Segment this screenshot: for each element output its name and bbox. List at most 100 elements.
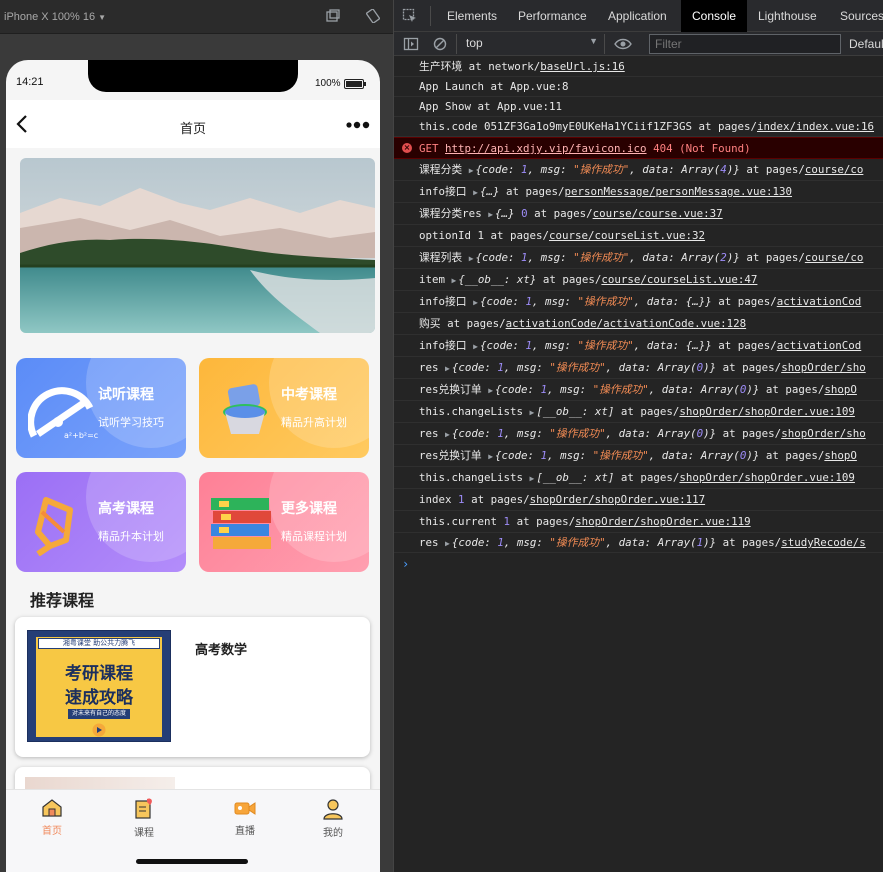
console-log-row[interactable]: res ▶ {code: 1, msg: "操作成功", data: Array(… xyxy=(394,533,883,553)
tab-live[interactable]: 直播 xyxy=(215,798,275,837)
console-log-row[interactable]: optionId 1 at pages/course/courseList.vu… xyxy=(394,225,883,247)
console-log-row[interactable]: res ▶ {code: 1, msg: "操作成功", data: Array(… xyxy=(394,423,883,445)
log-message: optionId 1 at pages/ xyxy=(419,229,550,242)
source-link[interactable]: activationCode/activationCode.vue:128 xyxy=(506,317,747,330)
object-text: [__ob__: xt] xyxy=(536,471,615,484)
category-card-zhongkao[interactable]: 中考课程 精品升高计划 xyxy=(199,358,369,458)
source-link[interactable]: shopOrder/sho xyxy=(781,361,866,374)
tab-elements[interactable]: Elements xyxy=(436,0,508,32)
console-log-row[interactable]: index 1 at pages/shopOrder/shopOrder.vue… xyxy=(394,489,883,511)
expand-triangle-icon[interactable]: ▶ xyxy=(469,166,474,175)
live-expression-eye-icon[interactable] xyxy=(614,37,632,51)
protractor-icon: a²+b²=c² xyxy=(28,387,98,440)
course-card[interactable]: 湘粤课堂 助公共力腾飞 考研课程 速成攻略 对未来有自己的态度 高考数学 xyxy=(15,617,370,757)
inspect-element-icon[interactable] xyxy=(402,8,418,24)
object-text: {code: xyxy=(451,536,498,549)
expand-triangle-icon[interactable]: ▶ xyxy=(488,210,493,219)
source-link[interactable]: studyRecode/s xyxy=(781,536,866,549)
console-log-row[interactable]: this.changeLists ▶ [__ob__: xt] at pages/… xyxy=(394,401,883,423)
console-log-row[interactable]: item ▶ {__ob__: xt} at pages/course/cours… xyxy=(394,269,883,291)
console-log-row[interactable]: info接口 ▶ {code: 1, msg: "操作成功", data: {…}… xyxy=(394,335,883,357)
source-link[interactable]: shopOrder/shopOrder.vue:119 xyxy=(575,515,751,528)
source-link[interactable]: personMessage/personMessage.vue:130 xyxy=(565,185,793,198)
expand-triangle-icon[interactable]: ▶ xyxy=(445,430,450,439)
console-log-row[interactable]: 生产环境 at network/baseUrl.js:16 xyxy=(394,57,883,77)
source-link[interactable]: shopOrder/shopOrder.vue:117 xyxy=(530,493,706,506)
expand-triangle-icon[interactable]: ▶ xyxy=(473,298,478,307)
source-prefix: at pages/ xyxy=(722,427,782,440)
context-selector[interactable]: top ▼ xyxy=(466,36,598,52)
source-link[interactable]: shopOrder/sho xyxy=(781,427,866,440)
tab-console[interactable]: Console xyxy=(681,0,748,32)
console-log-row[interactable]: res兑换订单 ▶ {code: 1, msg: "操作成功", data: Ar… xyxy=(394,379,883,401)
console-log-row[interactable]: 课程列表 ▶ {code: 1, msg: "操作成功", data: Array… xyxy=(394,247,883,269)
category-card-more[interactable]: 更多课程 精品课程计划 xyxy=(199,472,369,572)
tab-sources[interactable]: Sources xyxy=(829,0,883,32)
object-text: {code: xyxy=(451,427,498,440)
request-url[interactable]: http://api.xdjy.vip/favicon.ico xyxy=(445,142,647,155)
source-link[interactable]: shopO xyxy=(824,383,857,396)
source-link[interactable]: course/co xyxy=(805,251,864,264)
source-link[interactable]: shopO xyxy=(824,449,857,462)
device-selector[interactable]: iPhone X 100% 16 ▼ xyxy=(4,11,106,23)
source-link[interactable]: course/courseList.vue:47 xyxy=(601,273,757,286)
tab-lighthouse[interactable]: Lighthouse xyxy=(747,0,828,32)
expand-triangle-icon[interactable]: ▶ xyxy=(530,408,535,417)
banner-image[interactable] xyxy=(20,158,375,333)
source-link[interactable]: baseUrl.js:16 xyxy=(540,60,625,73)
device-toolbar: iPhone X 100% 16 ▼ xyxy=(0,0,393,34)
console-log-row[interactable]: App Launch at App.vue:8 xyxy=(394,77,883,97)
console-log-row[interactable]: 课程分类 ▶ {code: 1, msg: "操作成功", data: Array… xyxy=(394,159,883,181)
clear-console-icon[interactable] xyxy=(432,36,448,52)
expand-triangle-icon[interactable]: ▶ xyxy=(488,452,493,461)
console-log-row[interactable]: res ▶ {code: 1, msg: "操作成功", data: Array(… xyxy=(394,357,883,379)
tab-performance[interactable]: Performance xyxy=(507,0,598,32)
console-log-row[interactable]: 课程分类res ▶ {…} 0 at pages/course/course.vu… xyxy=(394,203,883,225)
expand-triangle-icon[interactable]: ▶ xyxy=(469,254,474,263)
source-link[interactable]: activationCod xyxy=(777,339,862,352)
tab-course[interactable]: 课程 xyxy=(114,798,174,839)
expand-triangle-icon[interactable]: ▶ xyxy=(473,342,478,351)
source-link[interactable]: activationCod xyxy=(777,295,862,308)
console-log-row[interactable]: this.changeLists ▶ [__ob__: xt] at pages/… xyxy=(394,467,883,489)
play-icon xyxy=(92,723,106,737)
source-link[interactable]: shopOrder/shopOrder.vue:109 xyxy=(679,471,855,484)
expand-triangle-icon[interactable]: ▶ xyxy=(445,539,450,548)
tab-application[interactable]: Application xyxy=(597,0,678,32)
source-link[interactable]: shopOrder/shopOrder.vue:109 xyxy=(679,405,855,418)
sidebar-toggle-icon[interactable] xyxy=(403,36,419,52)
expand-triangle-icon[interactable]: ▶ xyxy=(473,188,478,197)
console-log-row[interactable]: info接口 ▶ {code: 1, msg: "操作成功", data: {…}… xyxy=(394,291,883,313)
console-prompt[interactable]: › xyxy=(394,553,883,575)
console-log-row[interactable]: this.code 051ZF3Ga1o9myE0UKeHa1YCiif1ZF3… xyxy=(394,117,883,137)
expand-triangle-icon[interactable]: ▶ xyxy=(452,276,457,285)
source-link[interactable]: course/courseList.vue:32 xyxy=(549,229,705,242)
expand-triangle-icon[interactable]: ▶ xyxy=(530,474,535,483)
expand-triangle-icon[interactable]: ▶ xyxy=(488,386,493,395)
tab-home[interactable]: 首页 xyxy=(22,798,82,837)
object-text: )} xyxy=(703,536,717,549)
more-options-icon[interactable] xyxy=(346,121,370,129)
console-log-row[interactable]: info接口 ▶ {…} at pages/personMessage/perso… xyxy=(394,181,883,203)
console-log-row[interactable]: res兑换订单 ▶ {code: 1, msg: "操作成功", data: Ar… xyxy=(394,445,883,467)
console-log-row[interactable]: this.current 1 at pages/shopOrder/shopOr… xyxy=(394,511,883,533)
category-card-trial[interactable]: a²+b²=c² 试听课程 试听学习技巧 xyxy=(16,358,186,458)
source-link[interactable]: index/index.vue:16 xyxy=(757,120,874,133)
expand-triangle-icon[interactable]: ▶ xyxy=(445,364,450,373)
console-log-row[interactable]: 购买 at pages/activationCode/activationCod… xyxy=(394,313,883,335)
screenshot-icon[interactable] xyxy=(326,9,340,27)
console-filter-input[interactable] xyxy=(649,34,841,54)
object-text: )} xyxy=(726,251,740,264)
log-levels-selector[interactable]: Default levels xyxy=(849,37,883,51)
category-subtitle: 试听学习技巧 xyxy=(98,417,164,429)
category-title: 中考课程 xyxy=(281,386,337,402)
source-link[interactable]: course/co xyxy=(805,163,864,176)
source-link[interactable]: course/course.vue:37 xyxy=(593,207,723,220)
rotate-icon[interactable] xyxy=(366,8,380,27)
devtools-tab-bar: Elements Performance Application Console… xyxy=(394,0,883,32)
console-log-row[interactable]: App Show at App.vue:11 xyxy=(394,97,883,117)
tab-mine[interactable]: 我的 xyxy=(303,798,363,839)
console-error-row[interactable]: × GET http://api.xdjy.vip/favicon.ico 404… xyxy=(394,137,883,159)
source-prefix: at pages/ xyxy=(765,383,825,396)
category-card-gaokao[interactable]: 高考课程 精品升本计划 xyxy=(16,472,186,572)
